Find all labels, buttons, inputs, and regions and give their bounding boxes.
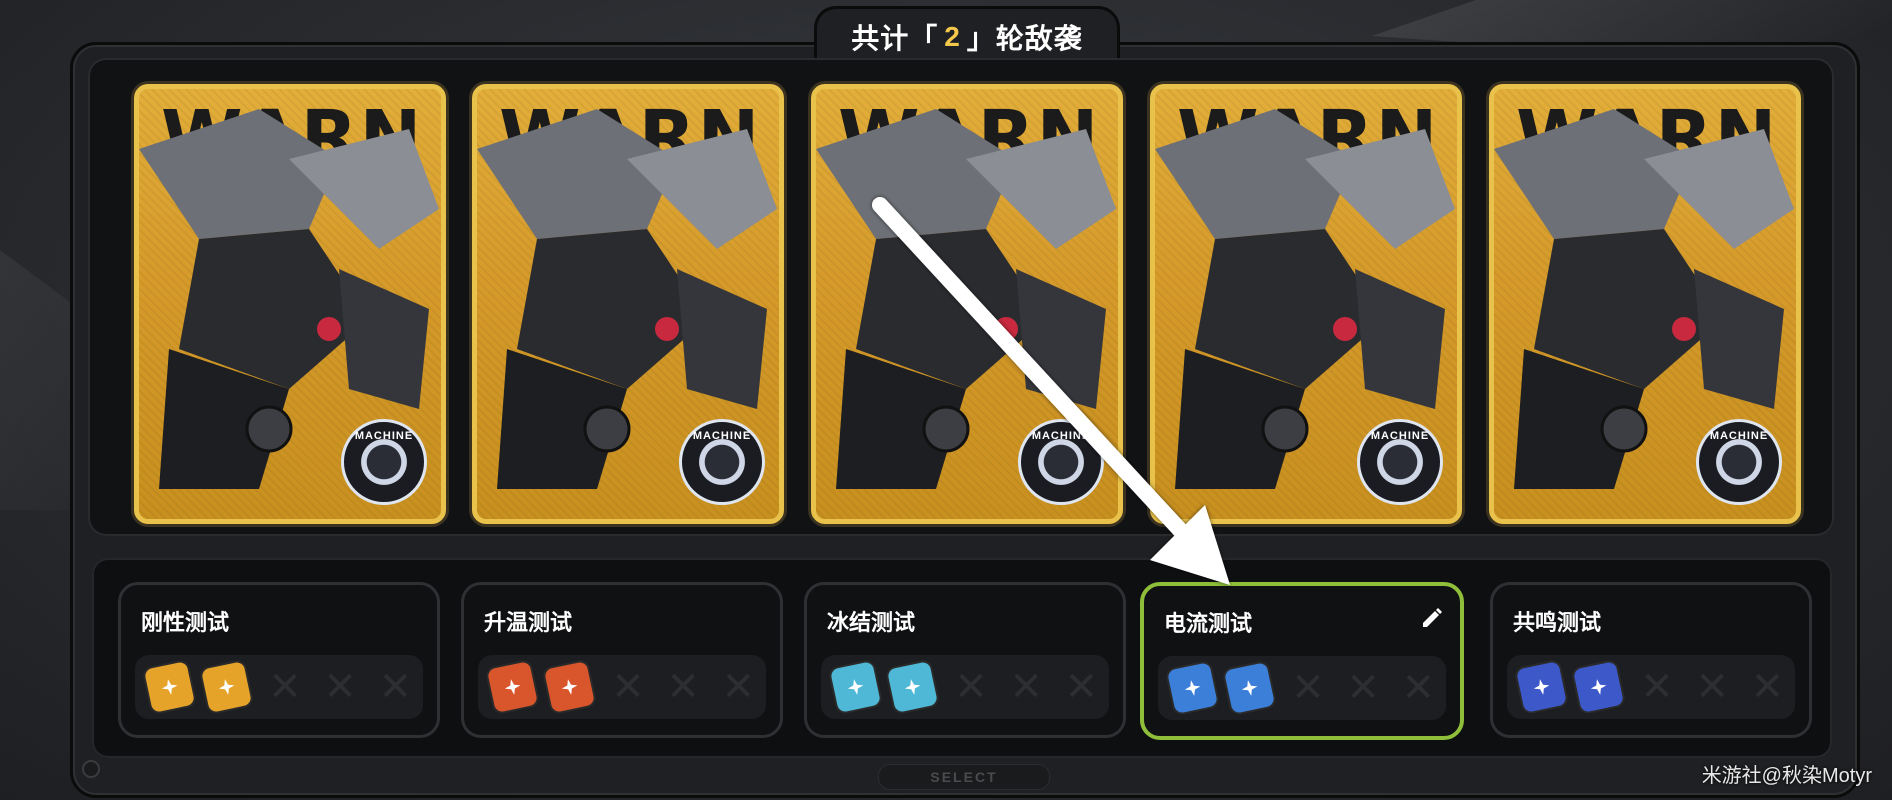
difficulty-chip-icon [484,658,541,716]
difficulty-slots: ✕ ✕ ✕ [821,655,1109,719]
difficulty-slots: ✕ ✕ ✕ [1158,656,1446,720]
machine-badge-icon: MACHINE [1018,419,1104,505]
difficulty-slots: ✕ ✕ ✕ [478,655,766,719]
test-label: 共鸣测试 [1513,610,1602,635]
empty-slot-icon: ✕ [666,664,700,710]
test-button-electric[interactable]: 电流测试 ✕ ✕ ✕ [1140,582,1464,740]
difficulty-chip-icon [1164,659,1221,717]
pencil-icon[interactable] [1420,606,1444,630]
enemy-card[interactable]: WARN MACHINE [134,84,446,524]
difficulty-chip-icon [198,658,255,716]
enemy-card[interactable]: WARN MACHINE [472,84,784,524]
empty-slot-icon: ✕ [721,664,756,710]
test-label: 电流测试 [1164,611,1253,636]
difficulty-chip-icon [141,658,198,716]
badge-text: MACHINE [1709,430,1769,442]
empty-slot-icon: ✕ [1640,664,1674,710]
enemy-card[interactable]: WARN MACHINE [811,84,1123,524]
page-title: 共计「 2 」轮敌袭 [814,6,1120,65]
empty-slot-icon: ✕ [1009,664,1043,710]
title-suffix: 」轮敌袭 [966,23,1083,54]
select-label: SELECT [878,764,1050,790]
empty-slot-icon: ✕ [323,664,357,710]
empty-slot-icon: ✕ [1750,664,1785,710]
badge-text: MACHINE [354,430,414,442]
empty-slot-icon: ✕ [378,664,413,710]
difficulty-chip-icon [541,658,598,716]
machine-badge-icon: MACHINE [1696,419,1782,505]
test-label: 刚性测试 [141,610,230,635]
difficulty-chip-icon [1513,658,1570,716]
test-button-heat[interactable]: 升温测试 ✕ ✕ ✕ [461,582,783,738]
enemy-card[interactable]: WARN MACHINE [1150,84,1462,524]
empty-slot-icon: ✕ [1695,664,1729,710]
wave-count: 2 [944,21,961,52]
badge-text: MACHINE [1370,430,1430,442]
badge-text: MACHINE [692,430,752,442]
empty-slot-icon: ✕ [611,664,645,710]
badge-text: MACHINE [1031,430,1091,442]
difficulty-chip-icon [827,658,884,716]
difficulty-slots: ✕ ✕ ✕ [135,655,423,719]
difficulty-chip-icon [884,658,941,716]
empty-slot-icon: ✕ [1291,665,1325,711]
test-button-rigidity[interactable]: 刚性测试 ✕ ✕ ✕ [118,582,440,738]
empty-slot-icon: ✕ [954,664,988,710]
empty-slot-icon: ✕ [1346,665,1380,711]
empty-slot-icon: ✕ [1064,664,1099,710]
machine-badge-icon: MACHINE [679,419,765,505]
difficulty-chip-icon [1570,658,1627,716]
empty-slot-icon: ✕ [1401,665,1436,711]
test-button-freeze[interactable]: 冰结测试 ✕ ✕ ✕ [804,582,1126,738]
watermark: 米游社@秋染Motyr [1701,765,1872,787]
test-label: 升温测试 [484,610,573,635]
difficulty-slots: ✕ ✕ ✕ [1507,655,1795,719]
enemy-card[interactable]: WARN MACHINE [1489,84,1801,524]
test-label: 冰结测试 [827,610,916,635]
machine-badge-icon: MACHINE [1357,419,1443,505]
test-button-resonance[interactable]: 共鸣测试 ✕ ✕ ✕ [1490,582,1812,738]
machine-badge-icon: MACHINE [341,419,427,505]
empty-slot-icon: ✕ [268,664,302,710]
title-prefix: 共计「 [851,23,939,54]
bolt-icon [82,760,100,778]
difficulty-chip-icon [1221,659,1278,717]
